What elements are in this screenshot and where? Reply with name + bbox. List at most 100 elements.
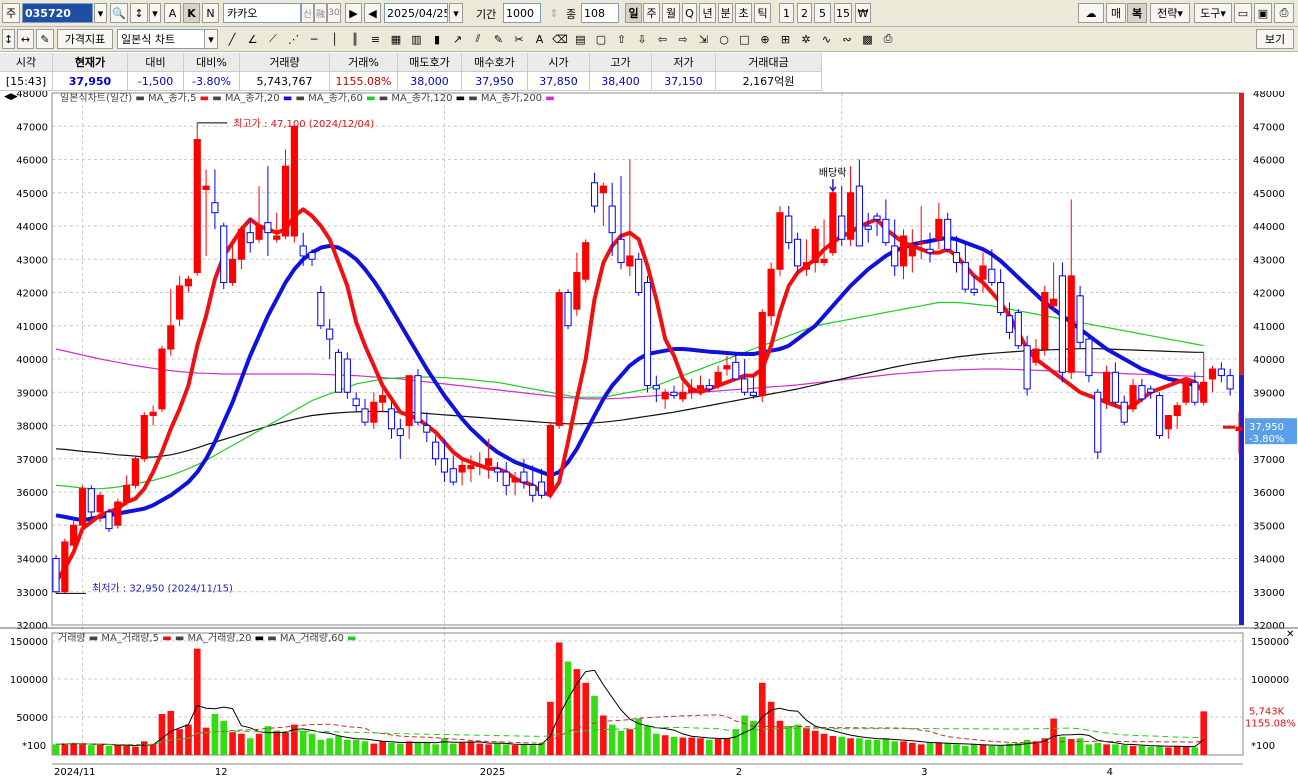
circle-icon[interactable]: ○ <box>715 29 733 49</box>
volume-bar <box>688 737 695 755</box>
angle-tool-icon[interactable]: ∠ <box>244 29 262 49</box>
sort-icon[interactable]: ↕ <box>130 3 148 23</box>
spin-icon[interactable]: ⇕ <box>545 3 563 23</box>
arrow-tool-icon[interactable]: ↗ <box>449 29 467 49</box>
timeframe-button-6[interactable]: 초 <box>735 3 752 23</box>
cloud-icon[interactable]: ☁ <box>1078 3 1104 23</box>
candle-body <box>1058 275 1067 373</box>
multi-button[interactable]: 복 <box>1127 3 1147 23</box>
calc-icon[interactable]: ▩ <box>859 29 877 49</box>
save-icon[interactable]: ▣ <box>1254 3 1272 23</box>
print-icon[interactable]: ⎙ <box>1274 3 1294 23</box>
tools-button[interactable]: 도구 ▾ <box>1194 3 1232 23</box>
timeframe-button-8[interactable]: 1 <box>779 3 794 23</box>
eraser-icon[interactable]: ⌫ <box>551 29 569 49</box>
magnet-icon[interactable]: ✂ <box>510 29 528 49</box>
last-price-label: 37,950 <box>1249 422 1284 433</box>
n-button[interactable]: N <box>202 3 219 23</box>
volume-bar <box>1173 745 1181 755</box>
vertical-line-icon[interactable]: │ <box>326 29 344 49</box>
period-icon[interactable]: ▥ <box>408 29 426 49</box>
a-button[interactable]: A <box>164 3 181 23</box>
timeframe-button-7[interactable]: 틱 <box>754 3 771 23</box>
down-icon[interactable]: ⇩ <box>633 29 651 49</box>
timeframe-button-12[interactable]: ₩ <box>855 3 871 23</box>
timeframe-button-4[interactable]: 년 <box>699 3 716 23</box>
k-button[interactable]: K <box>183 3 200 23</box>
table-icon[interactable]: ▤ <box>572 29 590 49</box>
wave-icon[interactable]: ∿ <box>818 29 836 49</box>
period-input[interactable]: 1000 <box>503 3 541 23</box>
volume-bar <box>211 713 219 755</box>
buy-label: 매 <box>1110 7 1122 20</box>
fan-tool-icon[interactable]: ⋰ <box>285 29 303 49</box>
text-tool-icon[interactable]: A <box>531 29 549 49</box>
volume-bar <box>714 739 722 755</box>
folder-icon[interactable]: ▭ <box>1234 3 1252 23</box>
line-tool-icon[interactable]: ╱ <box>223 29 241 49</box>
grid-icon[interactable]: ▦ <box>387 29 405 49</box>
export-icon[interactable]: ⇲ <box>695 29 713 49</box>
rect-icon[interactable]: □ <box>736 29 754 49</box>
channel-icon[interactable]: ║ <box>346 29 364 49</box>
candle-body <box>564 292 572 327</box>
box-icon[interactable]: ▢ <box>592 29 610 49</box>
candle-body <box>1050 298 1058 307</box>
settings-icon[interactable]: ✲ <box>797 29 815 49</box>
market-select[interactable]: 주 <box>2 3 20 23</box>
strategy-button[interactable]: 전략 ▾ <box>1150 3 1190 23</box>
price-indicator-button[interactable]: 가격지표 <box>57 29 113 49</box>
volume-close-icon[interactable]: ✕ <box>1286 629 1294 640</box>
horizontal-line-icon[interactable]: ─ <box>305 29 323 49</box>
up-icon[interactable]: ⇧ <box>613 29 631 49</box>
fib-icon[interactable]: ≡ <box>367 29 385 49</box>
print2-icon[interactable]: ⎙ <box>879 29 897 49</box>
chart-type-select[interactable]: 일본식 차트 <box>117 29 205 49</box>
pencil-icon[interactable]: ✎ <box>490 29 508 49</box>
scroll-arrows-icon[interactable]: ◀▶ <box>4 92 18 102</box>
candle-body <box>440 458 449 473</box>
timeframe-button-5[interactable]: 분 <box>718 3 733 23</box>
trend-tool-icon[interactable]: ⟋ <box>264 29 282 49</box>
timeframe-button-10[interactable]: 5 <box>814 3 831 23</box>
sort-dropdown-icon[interactable]: ▾ <box>149 3 161 23</box>
sin-button[interactable]: 신 <box>301 3 314 23</box>
timeframe-button-9[interactable]: 2 <box>797 3 812 23</box>
left-icon[interactable]: ⇦ <box>654 29 672 49</box>
timeframe-button-1[interactable]: 주 <box>643 3 660 23</box>
zoom-in-icon[interactable]: ⊕ <box>756 29 774 49</box>
buy-button[interactable]: 매 <box>1106 3 1126 23</box>
num30-button[interactable]: 30 <box>327 3 341 23</box>
chart-type-dropdown-icon[interactable]: ▾ <box>204 29 218 49</box>
zoom-fit-icon[interactable]: ⊞ <box>777 29 795 49</box>
left-right-icon[interactable]: ↔ <box>17 29 34 49</box>
up-down-icon[interactable]: ↕ <box>2 29 15 49</box>
candle-body <box>105 511 113 530</box>
candle-body <box>361 408 369 423</box>
parallel-icon[interactable]: ⫽ <box>469 29 487 49</box>
wave2-icon[interactable]: ∾ <box>838 29 856 49</box>
stock-code-input[interactable]: 035720 <box>22 3 93 23</box>
stock-name-field[interactable]: 카카오 <box>223 3 301 23</box>
date-field[interactable]: 2025/04/25 <box>384 3 448 23</box>
search-icon[interactable]: 🔍 <box>110 3 128 23</box>
timeframe-button-2[interactable]: 월 <box>662 3 680 23</box>
calendar-dropdown-icon[interactable]: ▾ <box>449 3 463 23</box>
right-icon[interactable]: ⇨ <box>674 29 692 49</box>
timeframe-button-0[interactable]: 일 <box>625 3 642 23</box>
y-tick-label-left: 42000 <box>16 289 48 300</box>
yung-button[interactable]: 融 <box>314 3 327 23</box>
view-button[interactable]: 보기 <box>1256 29 1294 49</box>
bar-tool-icon[interactable]: ▮ <box>428 29 446 49</box>
y-tick-label-left: 47000 <box>16 122 48 133</box>
edit-icon[interactable]: ✎ <box>36 29 54 49</box>
timeframe-button-11[interactable]: 15 <box>834 3 852 23</box>
prev-arrow-icon[interactable]: ◀ <box>364 3 381 23</box>
code-dropdown-icon[interactable]: ▾ <box>94 3 107 23</box>
timeframe-button-3[interactable]: Q <box>682 3 697 23</box>
count-input[interactable]: 108 <box>581 3 619 23</box>
candle-body <box>114 501 122 526</box>
candle-body <box>997 282 1005 313</box>
quote-header-9: 고가 <box>590 53 652 72</box>
next-arrow-icon[interactable]: ▶ <box>345 3 362 23</box>
